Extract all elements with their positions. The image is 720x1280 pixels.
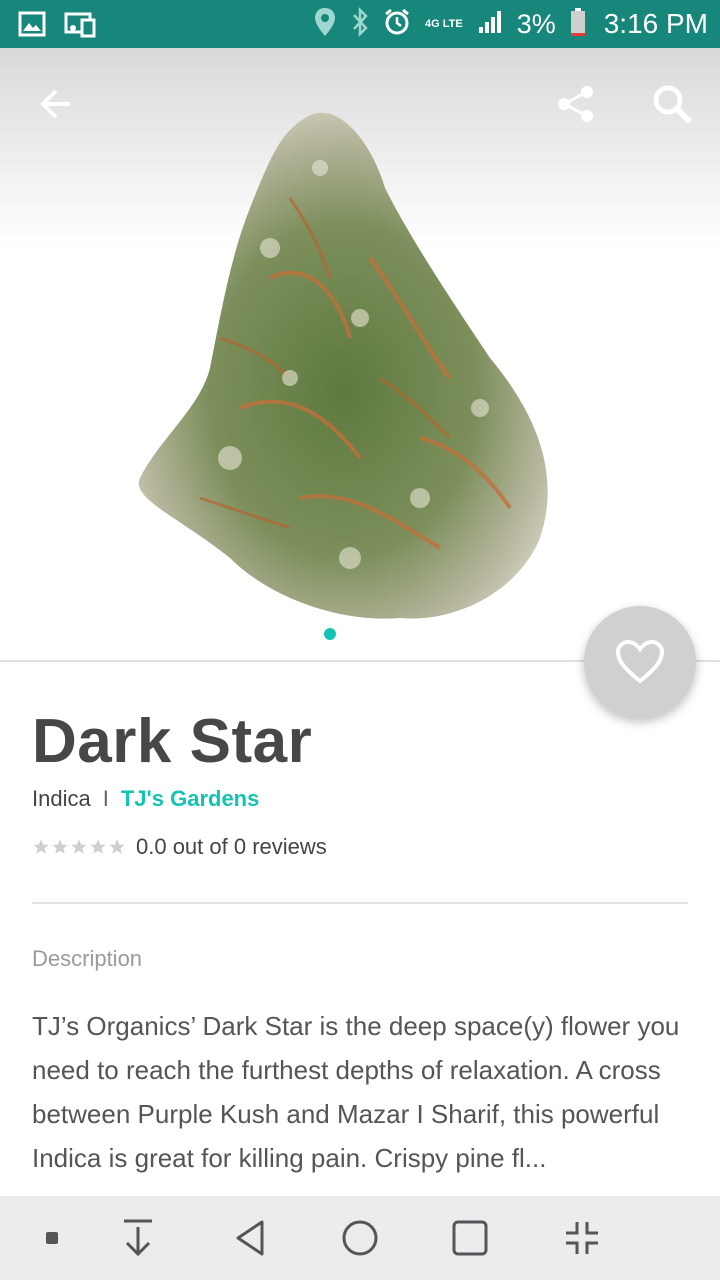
system-navigation-bar bbox=[0, 1196, 720, 1280]
nav-home-button[interactable] bbox=[336, 1214, 384, 1262]
product-meta: Indica I TJ's Gardens bbox=[32, 786, 259, 812]
nav-back-button[interactable] bbox=[226, 1214, 274, 1262]
product-image bbox=[138, 112, 548, 619]
star-icon bbox=[71, 839, 87, 854]
star-icon bbox=[90, 839, 106, 854]
rating-row[interactable]: 0.0 out of 0 reviews bbox=[32, 834, 327, 860]
divider bbox=[32, 902, 688, 904]
location-icon bbox=[313, 6, 337, 43]
battery-percent: 3% bbox=[516, 8, 556, 39]
nav-hide-button[interactable] bbox=[114, 1214, 162, 1262]
collapse-icon bbox=[566, 1222, 598, 1254]
clock: 3:16 PM bbox=[603, 8, 708, 39]
home-icon bbox=[342, 1220, 378, 1256]
image-icon bbox=[18, 10, 46, 43]
product-type: Indica bbox=[32, 786, 91, 811]
nav-collapse-button[interactable] bbox=[558, 1214, 606, 1262]
search-icon bbox=[653, 85, 693, 125]
square-small-icon bbox=[46, 1232, 58, 1244]
signal-icon bbox=[477, 9, 503, 40]
brand-link[interactable]: TJ's Gardens bbox=[121, 786, 260, 812]
back-icon bbox=[236, 1220, 264, 1256]
favorite-button[interactable] bbox=[584, 606, 696, 718]
bluetooth-icon bbox=[351, 6, 369, 42]
rating-text: 0.0 out of 0 reviews bbox=[136, 834, 327, 859]
cast-icon bbox=[64, 10, 96, 43]
carousel-page-indicator bbox=[324, 628, 336, 640]
nav-recents-button[interactable] bbox=[446, 1214, 494, 1262]
product-name: Dark Star bbox=[32, 707, 313, 776]
star-rating bbox=[32, 838, 126, 856]
status-bar: 4G LTE 3% 3:16 PM bbox=[0, 0, 720, 48]
star-icon bbox=[33, 839, 49, 854]
star-icon bbox=[52, 839, 68, 854]
search-button[interactable] bbox=[644, 76, 700, 132]
share-button[interactable] bbox=[548, 76, 604, 132]
arrow-left-icon bbox=[40, 89, 70, 119]
meta-separator: I bbox=[102, 786, 109, 811]
battery-icon bbox=[570, 7, 586, 42]
nav-dot-button[interactable] bbox=[40, 1214, 64, 1262]
description-text[interactable]: TJ’s Organics’ Dark Star is the deep spa… bbox=[32, 1004, 688, 1180]
network-icon: 4G LTE bbox=[424, 17, 463, 30]
description-label: Description bbox=[32, 946, 143, 971]
recents-icon bbox=[452, 1220, 488, 1256]
download-icon bbox=[124, 1219, 152, 1257]
star-icon bbox=[109, 839, 125, 854]
product-image-carousel[interactable] bbox=[0, 48, 720, 660]
alarm-icon bbox=[383, 8, 411, 41]
heart-icon bbox=[615, 639, 665, 684]
share-icon bbox=[558, 86, 593, 122]
back-button[interactable] bbox=[28, 76, 84, 132]
